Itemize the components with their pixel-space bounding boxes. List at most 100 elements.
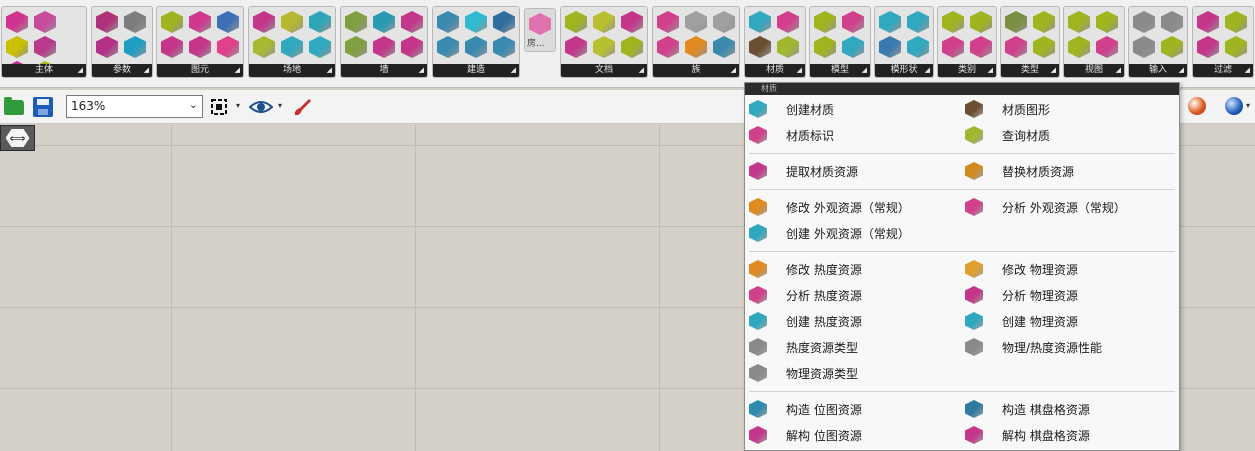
ribbon-icon[interactable] [777,11,799,33]
ribbon-icon[interactable] [749,11,771,33]
zoom-extents-button[interactable] [207,95,231,119]
ribbon-icon[interactable] [1068,11,1090,33]
ribbon-icon[interactable] [713,11,735,33]
sphere-shaded-icon[interactable] [1188,97,1206,115]
ribbon-icon[interactable] [593,11,615,33]
ribbon-icon[interactable] [907,11,929,33]
menu-item[interactable]: 构造 棋盘格资源 [965,398,1090,420]
ribbon-group-category[interactable]: 类别 ◢ [937,6,997,78]
expand-icon[interactable]: ◢ [1245,64,1250,77]
ribbon-icon[interactable] [565,11,587,33]
ribbon-group-document[interactable]: 文档 ◢ [560,6,648,78]
ribbon-group-family[interactable]: 族 ◢ [652,6,740,78]
ribbon-icon[interactable] [970,36,992,58]
expand-icon[interactable]: ◢ [78,64,83,77]
ribbon-group-type[interactable]: 类型 ◢ [1000,6,1060,78]
expand-icon[interactable]: ◢ [235,64,240,77]
ribbon-icon[interactable] [1033,36,1055,58]
menu-item[interactable]: 创建 热度资源 [749,310,862,332]
ribbon-icon[interactable] [253,36,275,58]
menu-item[interactable]: 创建 外观资源（常规） [749,222,910,244]
expand-icon[interactable]: ◢ [144,64,149,77]
ribbon-icon[interactable] [281,36,303,58]
ribbon-icon[interactable] [96,11,118,33]
ribbon-icon[interactable] [217,36,239,58]
menu-item[interactable]: 修改 物理资源 [965,258,1078,280]
ribbon-icon[interactable] [879,36,901,58]
ribbon-group-room[interactable]: 房... [524,8,556,52]
menu-item[interactable]: 构造 位图资源 [749,398,862,420]
ribbon-icon[interactable] [493,36,515,58]
ribbon-icon[interactable] [777,36,799,58]
menu-item[interactable]: 分析 外观资源（常规） [965,196,1126,218]
expand-icon[interactable]: ◢ [327,64,332,77]
material-preview-dropdown[interactable]: ▾ [1246,101,1250,110]
preview-button[interactable] [249,95,273,119]
ribbon-icon[interactable] [309,36,331,58]
expand-icon[interactable]: ◢ [639,64,644,77]
ribbon-icon[interactable] [34,36,56,58]
ribbon-icon[interactable] [217,11,239,33]
menu-item[interactable]: 提取材质资源 [749,160,858,182]
ribbon-group-filter[interactable]: 过滤 ◢ [1192,6,1254,78]
expand-icon[interactable]: ◢ [419,64,424,77]
ribbon-icon[interactable] [842,36,864,58]
ribbon-icon[interactable] [345,36,367,58]
ribbon-icon[interactable] [34,11,56,33]
ribbon-icon[interactable] [189,36,211,58]
ribbon-icon[interactable] [879,11,901,33]
ribbon-icon[interactable] [907,36,929,58]
ribbon-icon[interactable] [465,11,487,33]
zoom-extents-dropdown[interactable]: ▾ [236,101,240,110]
ribbon-icon[interactable] [6,11,28,33]
ribbon-icon[interactable] [401,11,423,33]
ribbon-icon[interactable] [1096,36,1118,58]
expand-icon[interactable]: ◢ [797,64,802,77]
ribbon-group-material[interactable]: 材质 ◢ [744,6,806,78]
ribbon-group-elements[interactable]: 图元 ◢ [156,6,244,78]
ribbon-group-site[interactable]: 场地 ◢ [248,6,336,78]
ribbon-icon[interactable] [281,11,303,33]
ribbon-icon[interactable] [401,36,423,58]
canvas-widget-button[interactable]: ⟺ [0,125,35,151]
ribbon-group-model[interactable]: 模型 ◢ [809,6,871,78]
expand-icon[interactable]: ◢ [1051,64,1056,77]
ribbon-icon[interactable] [621,11,643,33]
menu-item[interactable]: 替换材质资源 [965,160,1074,182]
menu-item[interactable]: 热度资源类型 [749,336,858,358]
ribbon-icon[interactable] [124,11,146,33]
ribbon-icon[interactable] [189,11,211,33]
ribbon-icon[interactable] [465,36,487,58]
ribbon-icon[interactable] [493,11,515,33]
ribbon-icon[interactable] [345,11,367,33]
ribbon-group-params[interactable]: 参数 ◢ [91,6,153,78]
menu-item[interactable]: 分析 物理资源 [965,284,1078,306]
menu-item[interactable]: 创建 物理资源 [965,310,1078,332]
ribbon-icon[interactable] [1161,11,1183,33]
ribbon-icon[interactable] [593,36,615,58]
ribbon-icon[interactable] [124,36,146,58]
save-file-button[interactable] [31,95,55,119]
menu-item[interactable]: 材质标识 [749,124,834,146]
ribbon-group-body[interactable]: 主体 ◢ [1,6,87,78]
ribbon-icon[interactable] [1068,36,1090,58]
ribbon-icon[interactable] [1225,11,1247,33]
ribbon-icon[interactable] [437,11,459,33]
menu-item[interactable]: 解构 位图资源 [749,424,862,446]
ribbon-icon[interactable] [253,11,275,33]
menu-item[interactable]: 物理资源类型 [749,362,858,384]
ribbon-icon[interactable] [942,36,964,58]
ribbon-icon[interactable] [713,36,735,58]
menu-item[interactable]: 材质图形 [965,98,1050,120]
menu-item[interactable]: 分析 热度资源 [749,284,862,306]
ribbon-icon[interactable] [621,36,643,58]
expand-icon[interactable]: ◢ [1179,64,1184,77]
sketch-button[interactable] [290,95,314,119]
ribbon-icon[interactable] [309,11,331,33]
ribbon-group-view[interactable]: 视图 ◢ [1063,6,1125,78]
ribbon-icon[interactable] [942,11,964,33]
expand-icon[interactable]: ◢ [731,64,736,77]
expand-icon[interactable]: ◢ [862,64,867,77]
ribbon-icon[interactable] [373,36,395,58]
ribbon-icon[interactable] [657,36,679,58]
